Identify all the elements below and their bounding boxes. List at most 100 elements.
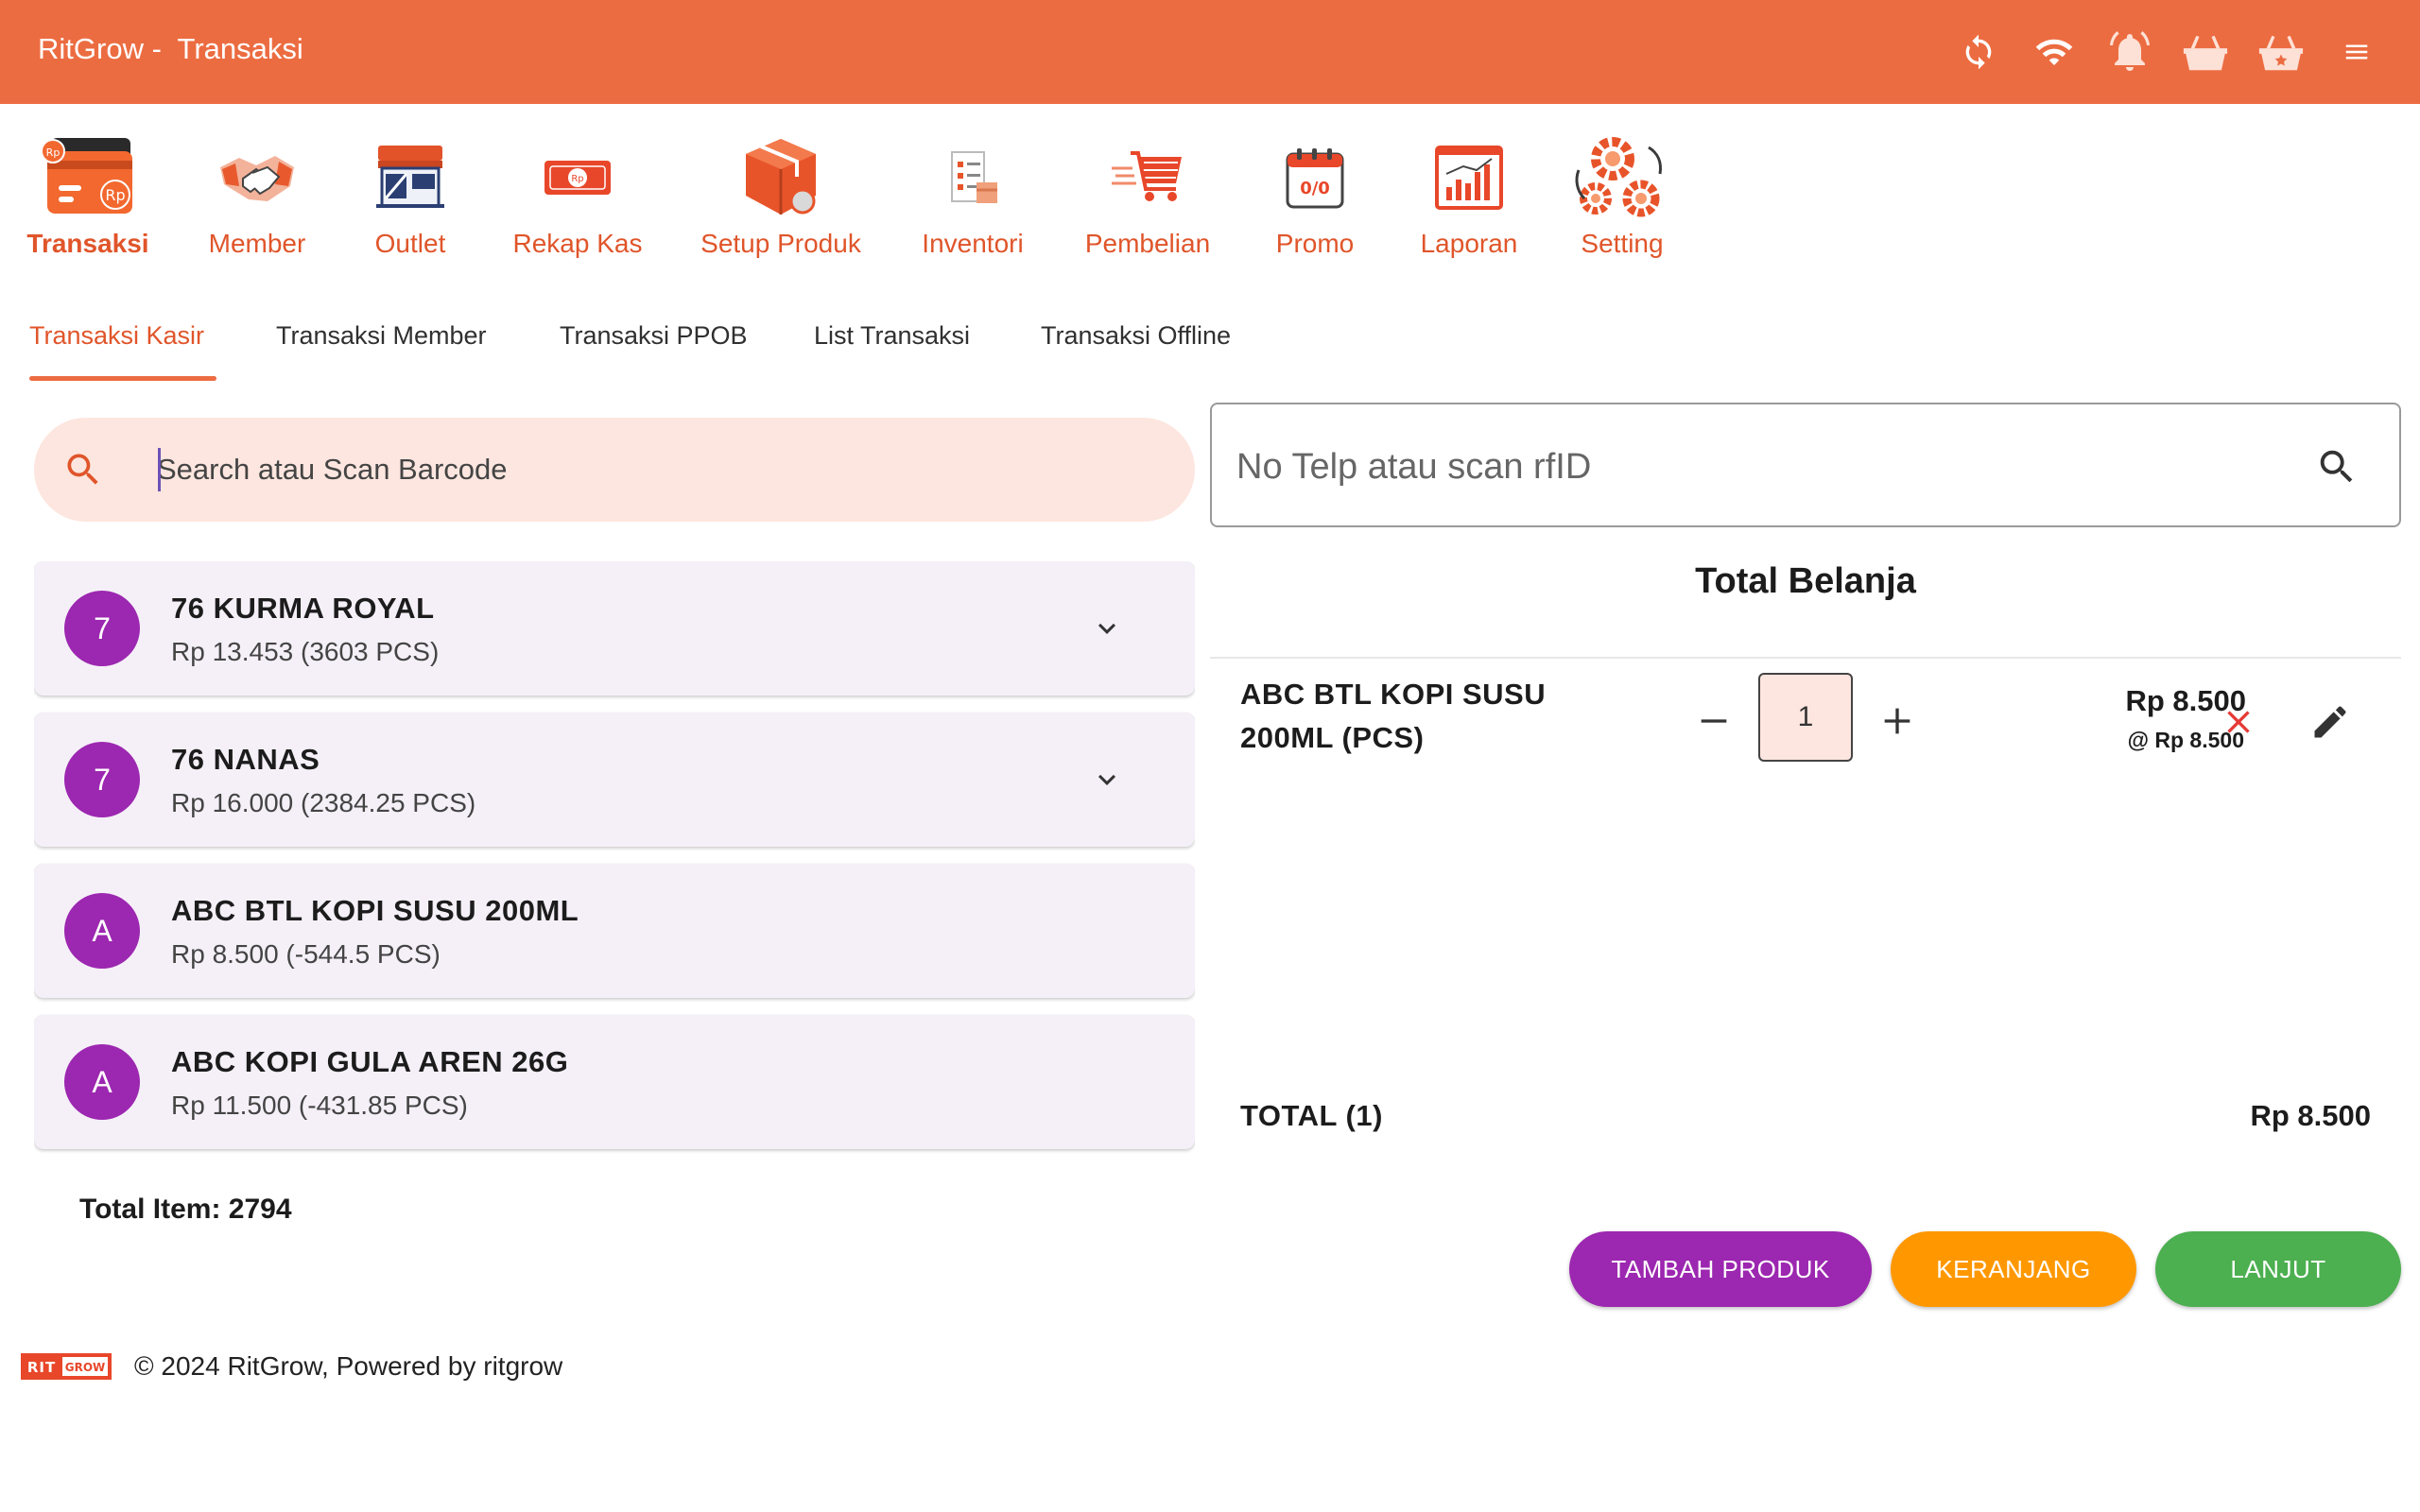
module-transaksi[interactable]: Rp Rp Transaksi <box>0 130 178 272</box>
cart-total-label: TOTAL (1) <box>1240 1099 1383 1132</box>
module-promo[interactable]: 0/0 Promo <box>1225 130 1405 272</box>
product-name: 76 NANAS <box>171 743 320 776</box>
product-item[interactable]: 7 76 NANAS Rp 16.000 (2384.25 PCS) <box>34 713 1195 847</box>
transaction-tabs: Transaksi Kasir Transaksi Member Transak… <box>0 312 1323 387</box>
svg-text:RIT: RIT <box>27 1359 56 1376</box>
module-label: Setup Produk <box>700 229 861 258</box>
favorite-basket-button[interactable] <box>2254 25 2308 79</box>
member-search-field <box>1210 403 2401 527</box>
footer-copyright: © 2024 RitGrow, Powered by ritgrow <box>134 1351 563 1381</box>
app-bar-actions <box>1951 25 2384 79</box>
product-avatar: A <box>64 893 140 969</box>
quantity-box <box>1758 673 1853 762</box>
module-outlet[interactable]: Outlet <box>320 130 500 272</box>
minus-icon <box>1701 719 1727 723</box>
tab-transaksi-member[interactable]: Transaksi Member <box>276 321 487 351</box>
plus-icon <box>1884 708 1910 734</box>
cart-button[interactable]: KERANJANG <box>1891 1231 2136 1307</box>
basket-icon <box>2183 35 2228 71</box>
product-item[interactable]: A ABC KOPI GULA AREN 26G Rp 11.500 (-431… <box>34 1015 1195 1149</box>
svg-text:Rp: Rp <box>571 174 583 184</box>
divider <box>1210 657 2401 659</box>
menu-button[interactable] <box>2329 25 2384 79</box>
svg-text:0/0: 0/0 <box>1300 179 1330 198</box>
product-name: ABC BTL KOPI SUSU 200ML <box>171 894 579 927</box>
expand-button[interactable] <box>1083 756 1131 803</box>
svg-text:Rp: Rp <box>105 186 125 204</box>
close-icon <box>2227 711 2250 733</box>
search-button[interactable] <box>57 443 110 496</box>
decrease-quantity-button[interactable] <box>1687 695 1740 747</box>
handshake-icon <box>220 156 294 201</box>
module-setting[interactable]: Setting <box>1532 130 1712 272</box>
report-chart-icon <box>1435 146 1503 210</box>
next-button[interactable]: LANJUT <box>2155 1231 2401 1307</box>
cart-total-value: Rp 8.500 <box>2250 1099 2371 1132</box>
increase-quantity-button[interactable] <box>1871 695 1924 747</box>
module-label: Setting <box>1581 229 1664 258</box>
add-product-button[interactable]: TAMBAH PRODUK <box>1569 1231 1872 1307</box>
product-list: 7 76 KURMA ROYAL Rp 13.453 (3603 PCS) 7 … <box>34 561 1195 1170</box>
module-label: Inventori <box>922 229 1024 258</box>
svg-text:Rp: Rp <box>46 146 60 159</box>
cart-item: ABC BTL KOPI SUSU 200ML (PCS) Rp 8.500 @… <box>1210 662 2401 784</box>
footer: RIT GROW © 2024 RitGrow, Powered by ritg… <box>21 1348 562 1385</box>
product-item[interactable]: 7 76 KURMA ROYAL Rp 13.453 (3603 PCS) <box>34 561 1195 696</box>
chevron-down-icon <box>1098 623 1115 634</box>
tab-transaksi-ppob[interactable]: Transaksi PPOB <box>560 321 748 351</box>
app-bar: RitGrow - Transaksi <box>0 0 2420 104</box>
module-label: Pembelian <box>1084 229 1211 258</box>
product-box-icon <box>746 139 816 215</box>
svg-text:GROW: GROW <box>65 1361 106 1374</box>
ritgrow-logo: RIT GROW <box>21 1353 112 1380</box>
transaction-card-icon: Rp Rp <box>41 138 132 214</box>
tab-list-transaksi[interactable]: List Transaksi <box>814 321 970 351</box>
wifi-button[interactable] <box>2027 25 2082 79</box>
module-label: Rekap Kas <box>512 229 643 258</box>
tab-transaksi-kasir[interactable]: Transaksi Kasir <box>29 321 204 351</box>
wifi-icon <box>2035 39 2073 65</box>
text-cursor <box>158 448 161 491</box>
promo-calendar-icon: 0/0 <box>1286 148 1344 209</box>
chevron-down-icon <box>1098 774 1115 785</box>
module-setup-produk[interactable]: Setup Produk <box>691 130 871 272</box>
member-search-button[interactable] <box>2308 438 2365 495</box>
menu-icon <box>2345 44 2368 60</box>
cart-title: Total Belanja <box>1695 561 1916 601</box>
search-icon <box>67 454 98 485</box>
expand-button[interactable] <box>1083 605 1131 652</box>
product-avatar: 7 <box>64 742 140 817</box>
module-rekap-kas[interactable]: Rp Rekap Kas <box>488 130 667 272</box>
edit-item-button[interactable] <box>2304 696 2357 748</box>
total-item-count: Total Item: 2794 <box>79 1194 292 1225</box>
shopping-cart-icon <box>1112 151 1182 201</box>
search-icon <box>2320 450 2353 483</box>
product-price: Rp 13.453 (3603 PCS) <box>171 637 440 666</box>
module-label: Transaksi <box>26 229 149 258</box>
favorite-basket-icon <box>2258 35 2304 71</box>
pencil-icon <box>2314 706 2346 738</box>
product-price: Rp 8.500 (-544.5 PCS) <box>171 939 441 969</box>
active-tab-indicator <box>29 376 216 381</box>
app-title: RitGrow - Transaksi <box>38 32 303 65</box>
cash-icon: Rp <box>544 161 611 195</box>
store-icon <box>376 146 444 208</box>
product-avatar: A <box>64 1044 140 1120</box>
product-name: ABC KOPI GULA AREN 26G <box>171 1045 569 1078</box>
basket-button[interactable] <box>2178 25 2233 79</box>
cart-item-name: ABC BTL KOPI SUSU 200ML (PCS) <box>1240 678 1547 754</box>
member-search-input[interactable] <box>1236 440 2257 493</box>
product-search-bar <box>34 418 1195 522</box>
product-item[interactable]: A ABC BTL KOPI SUSU 200ML Rp 8.500 (-544… <box>34 864 1195 998</box>
quantity-input[interactable] <box>1760 675 1851 760</box>
tab-transaksi-offline[interactable]: Transaksi Offline <box>1041 321 1231 351</box>
module-inventori[interactable]: Inventori <box>883 130 1063 272</box>
remove-item-button[interactable] <box>2212 696 2265 748</box>
module-pembelian[interactable]: Pembelian <box>1058 130 1237 272</box>
notification-button[interactable] <box>2102 25 2157 79</box>
sync-button[interactable] <box>1951 25 2006 79</box>
sync-icon <box>1965 34 1992 70</box>
product-price: Rp 16.000 (2384.25 PCS) <box>171 788 476 817</box>
search-input[interactable] <box>157 446 1159 493</box>
module-label: Promo <box>1275 229 1355 258</box>
